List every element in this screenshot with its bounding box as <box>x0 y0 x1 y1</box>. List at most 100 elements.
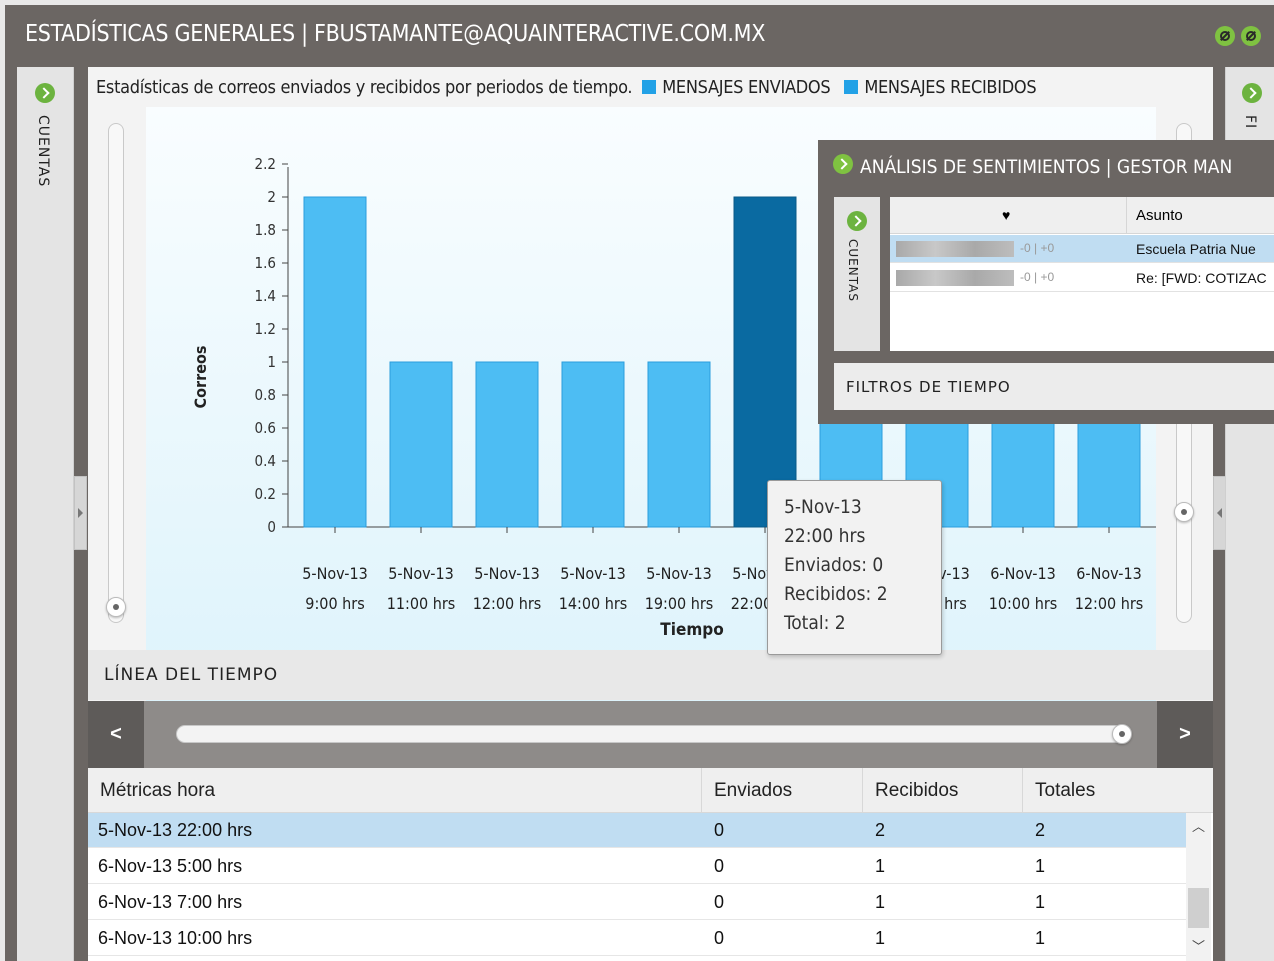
x-tick-label-time: 14:00 hrs <box>559 594 628 613</box>
filters-sidebar-label: FI <box>1242 115 1258 130</box>
column-header-totals[interactable]: Totales <box>1023 768 1213 813</box>
y-tick-label: 0 <box>267 518 276 536</box>
cell-received: 2 <box>875 820 886 840</box>
cell-received: 1 <box>875 856 886 876</box>
x-tick-label-time: 10:00 hrs <box>989 594 1058 613</box>
chart-tooltip: 5-Nov-13 22:00 hrs Enviados: 0 Recibidos… <box>767 480 942 655</box>
scroll-down-icon[interactable]: ﹀ <box>1192 940 1205 953</box>
sentiment-subject: Re: [FWD: COTIZAC <box>1136 270 1267 286</box>
sentiment-score: -0 | +0 <box>1020 241 1055 255</box>
cell-sent: 0 <box>714 892 725 912</box>
bar <box>561 361 625 528</box>
sentiment-row[interactable]: -0 | +0 Re: [FWD: COTIZAC <box>890 264 1274 292</box>
timeline-next-button[interactable]: > <box>1157 701 1213 768</box>
cell-sent: 0 <box>714 820 725 840</box>
timeline-header: LÍNEA DEL TIEMPO <box>88 650 1213 700</box>
y-tick-label: 0.4 <box>255 452 276 470</box>
column-header-metrics[interactable]: Métricas hora <box>88 768 702 813</box>
chart-description: Estadísticas de correos enviados y recib… <box>96 77 1037 98</box>
cell-total: 1 <box>1035 928 1046 948</box>
cell-sent: 0 <box>714 928 725 948</box>
table-row[interactable]: 6-Nov-13 5:00 hrs 0 1 1 <box>88 849 1186 884</box>
scroll-thumb[interactable] <box>1188 888 1209 928</box>
heart-icon[interactable]: ♥ <box>1002 207 1010 223</box>
accounts-sidebar[interactable]: CUENTAS <box>17 67 74 961</box>
time-filters-title: FILTROS DE TIEMPO <box>846 378 1011 396</box>
cell-total: 2 <box>1035 820 1046 840</box>
x-tick-label-time: 19:00 hrs <box>645 594 714 613</box>
x-tick-label-date: 5-Nov-13 <box>388 564 454 583</box>
table-row[interactable]: 6-Nov-13 7:00 hrs 0 1 1 <box>88 885 1186 920</box>
accounts-sidebar-label: CUENTAS <box>35 115 51 188</box>
bar <box>733 196 797 528</box>
x-tick-label-date: 5-Nov-13 <box>302 564 368 583</box>
legend-received-label: MENSAJES RECIBIDOS <box>864 77 1037 98</box>
expand-accounts-icon[interactable] <box>35 83 55 103</box>
cell-metrics: 6-Nov-13 7:00 hrs <box>98 892 243 912</box>
chart-header: Estadísticas de correos enviados y recib… <box>88 67 1213 107</box>
time-filters-panel[interactable]: FILTROS DE TIEMPO <box>834 363 1274 410</box>
cell-total: 1 <box>1035 892 1046 912</box>
legend-received-swatch <box>844 80 859 94</box>
bar <box>389 361 453 528</box>
y-axis-label: Correos <box>191 346 210 409</box>
right-slider-knob[interactable] <box>1174 502 1194 522</box>
left-slider-knob[interactable] <box>106 597 126 617</box>
table-scrollbar[interactable]: ︿ ﹀ <box>1186 813 1211 961</box>
cell-total: 1 <box>1035 856 1046 876</box>
sentiment-accounts-sidebar[interactable]: CUENTAS <box>834 197 880 351</box>
table-row[interactable]: 6-Nov-13 10:00 hrs 0 1 1 <box>88 921 1186 956</box>
column-header-sent[interactable]: Enviados <box>702 768 863 813</box>
close-icon[interactable] <box>1241 26 1261 46</box>
timeline-prev-button[interactable]: < <box>88 701 144 768</box>
x-tick-label-time: 12:00 hrs <box>473 594 542 613</box>
cell-received: 1 <box>875 892 886 912</box>
tooltip-sent: Enviados: 0 <box>784 554 884 576</box>
x-tick-label-date: 5-Nov-13 <box>646 564 712 583</box>
sentiment-window[interactable]: ANÁLISIS DE SENTIMIENTOS | GESTOR MAN CU… <box>818 140 1274 424</box>
sentiment-subject-header[interactable]: Asunto <box>1136 207 1183 224</box>
tooltip-total: Total: 2 <box>784 612 846 634</box>
x-tick-label-time: 11:00 hrs <box>387 594 456 613</box>
timeline-slider[interactable] <box>176 725 1124 743</box>
sentiment-score: -0 | +0 <box>1020 270 1055 284</box>
legend-sent-label: MENSAJES ENVIADOS <box>662 77 831 98</box>
y-tick-label: 0.2 <box>255 485 276 503</box>
left-collapse-handle[interactable] <box>74 476 87 550</box>
tooltip-received: Recibidos: 2 <box>784 583 888 605</box>
cell-sent: 0 <box>714 856 725 876</box>
sentiment-window-title: ANÁLISIS DE SENTIMIENTOS | GESTOR MAN <box>860 156 1233 178</box>
app-root: ESTADÍSTICAS GENERALES | FBUSTAMANTE@AQU… <box>0 0 1274 961</box>
cell-received: 1 <box>875 928 886 948</box>
y-tick-label: 1 <box>267 353 276 371</box>
chart-description-text: Estadísticas de correos enviados y recib… <box>96 77 633 98</box>
tooltip-time: 22:00 hrs <box>784 525 866 547</box>
x-tick-label-date: 5-Nov-13 <box>474 564 540 583</box>
bar <box>647 361 711 528</box>
cell-metrics: 6-Nov-13 10:00 hrs <box>98 928 253 948</box>
redacted-sender <box>896 270 1014 286</box>
timeline-slider-knob[interactable] <box>1112 724 1132 744</box>
window-title-bar[interactable]: ESTADÍSTICAS GENERALES | FBUSTAMANTE@AQU… <box>5 5 1274 67</box>
scroll-up-icon[interactable]: ︿ <box>1192 820 1205 833</box>
table-row[interactable]: 5-Nov-13 22:00 hrs 0 2 2 <box>88 813 1186 848</box>
sentiment-window-close-icon[interactable] <box>833 154 853 174</box>
sentiment-expand-accounts-icon[interactable] <box>847 211 867 231</box>
sentiment-subject: Escuela Patria Nue <box>1136 241 1256 257</box>
redacted-sender <box>896 241 1014 257</box>
timeline-bar: < > <box>88 701 1213 768</box>
minimize-icon[interactable] <box>1215 26 1235 46</box>
cell-metrics: 5-Nov-13 22:00 hrs <box>98 820 253 840</box>
y-tick-label: 2 <box>267 188 276 206</box>
window-title: ESTADÍSTICAS GENERALES | FBUSTAMANTE@AQU… <box>25 21 766 47</box>
left-range-slider[interactable] <box>108 123 124 623</box>
tooltip-date: 5-Nov-13 <box>784 496 862 518</box>
cell-metrics: 6-Nov-13 5:00 hrs <box>98 856 243 876</box>
sentiment-row[interactable]: -0 | +0 Escuela Patria Nue <box>890 235 1274 263</box>
y-tick-label: 1.2 <box>255 320 276 338</box>
expand-filters-icon[interactable] <box>1242 83 1262 103</box>
table-header: Métricas hora Enviados Recibidos Totales <box>88 768 1213 813</box>
column-header-received[interactable]: Recibidos <box>863 768 1023 813</box>
bar <box>303 196 367 528</box>
x-tick-label-date: 5-Nov-13 <box>560 564 626 583</box>
